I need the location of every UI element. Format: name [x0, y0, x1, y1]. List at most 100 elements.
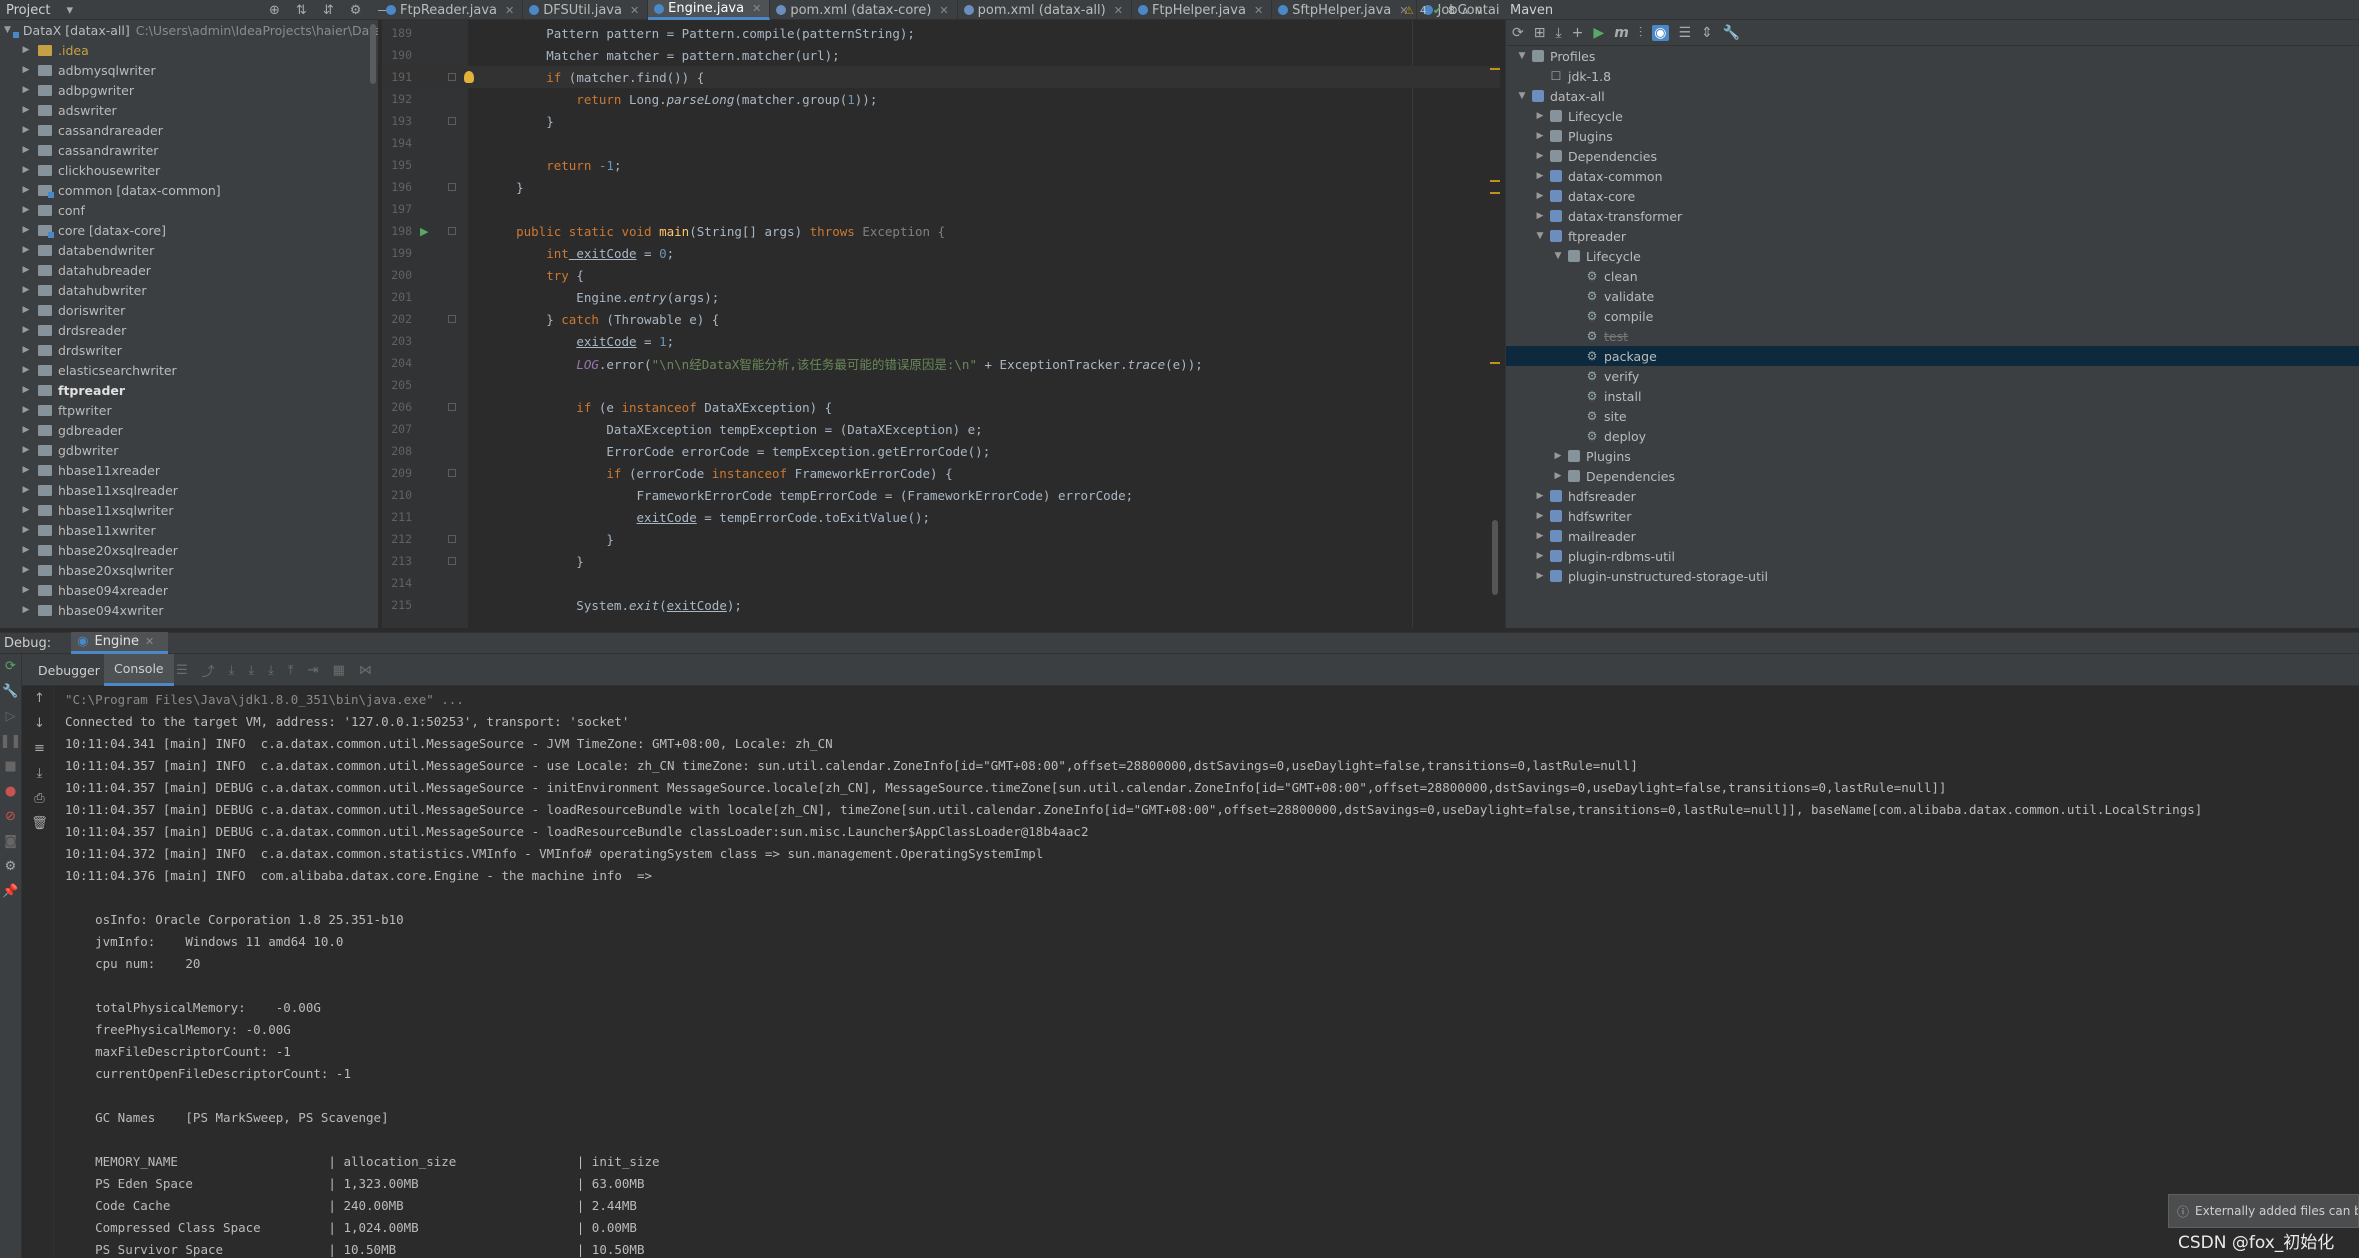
- chevron-right-icon[interactable]: ▶: [20, 125, 32, 135]
- maven-tree-item[interactable]: ▶ mailreader: [1506, 526, 2359, 546]
- run-to-cursor-icon[interactable]: ⇥: [308, 663, 319, 678]
- fold-icon[interactable]: [448, 315, 456, 323]
- maven-tree-item[interactable]: ▶ Dependencies: [1506, 466, 2359, 486]
- tree-item[interactable]: ▶ datahubreader: [0, 260, 378, 280]
- project-dropdown[interactable]: Project: [6, 3, 50, 18]
- run-gutter-icon[interactable]: ▶: [420, 225, 428, 238]
- chevron-right-icon[interactable]: ▶: [20, 465, 32, 475]
- code-line[interactable]: 206 if (e instanceof DataXException) {: [382, 396, 1500, 418]
- step-out-icon[interactable]: ⤒: [288, 663, 294, 678]
- scrollbar[interactable]: [370, 24, 376, 84]
- tree-item[interactable]: ▶ hbase11xwriter: [0, 520, 378, 540]
- expand-all-icon[interactable]: ⇅: [296, 3, 307, 18]
- fold-icon[interactable]: [448, 117, 456, 125]
- chevron-right-icon[interactable]: ▶: [20, 425, 32, 435]
- chevron-down-icon[interactable]: ▼: [1516, 91, 1528, 101]
- maven-tree-item[interactable]: ▼ ftpreader: [1506, 226, 2359, 246]
- tree-item[interactable]: ▶ datahubwriter: [0, 280, 378, 300]
- tree-item[interactable]: ▶ adbmysqlwriter: [0, 60, 378, 80]
- chevron-right-icon[interactable]: ▶: [1534, 151, 1546, 161]
- fold-icon[interactable]: [448, 557, 456, 565]
- code-line[interactable]: 211 exitCode = tempErrorCode.toExitValue…: [382, 506, 1500, 528]
- close-icon[interactable]: ✕: [752, 2, 761, 15]
- mute-breakpoints-icon[interactable]: ⊘: [0, 804, 21, 829]
- code-line[interactable]: 205: [382, 374, 1500, 396]
- warning-marker[interactable]: [1490, 362, 1500, 364]
- code-line[interactable]: 197: [382, 198, 1500, 220]
- run-config-tab[interactable]: ◉ Engine ✕: [71, 632, 169, 654]
- maven-tree-item[interactable]: ▶ Plugins: [1506, 446, 2359, 466]
- chevron-right-icon[interactable]: ▶: [20, 345, 32, 355]
- force-step-into-icon[interactable]: ⤓: [268, 663, 274, 678]
- code-line[interactable]: 212 }: [382, 528, 1500, 550]
- tab-ftpreader-java[interactable]: FtpReader.java ✕: [380, 0, 524, 20]
- maven-tree-item[interactable]: ⚙ deploy: [1506, 426, 2359, 446]
- tab-console[interactable]: Console: [104, 654, 174, 686]
- chevron-right-icon[interactable]: ▶: [20, 405, 32, 415]
- maven-tree-item[interactable]: ⚙ verify: [1506, 366, 2359, 386]
- code-line[interactable]: 198 public static void main(String[] arg…: [382, 220, 1500, 242]
- chevron-right-icon[interactable]: ▶: [20, 185, 32, 195]
- maven-tree-item[interactable]: ⚙ install: [1506, 386, 2359, 406]
- code-line[interactable]: 213 }: [382, 550, 1500, 572]
- tree-item[interactable]: ▶ gdbreader: [0, 420, 378, 440]
- maven-tree-item[interactable]: ▼ datax-all: [1506, 86, 2359, 106]
- code-line[interactable]: 214: [382, 572, 1500, 594]
- maven-tree-item[interactable]: ▶ plugin-rdbms-util: [1506, 546, 2359, 566]
- fold-icon[interactable]: [448, 73, 456, 81]
- code-line[interactable]: 200 try {: [382, 264, 1500, 286]
- code-line[interactable]: 193 }: [382, 110, 1500, 132]
- maven-tree-item[interactable]: ▶ Dependencies: [1506, 146, 2359, 166]
- run-icon[interactable]: ▶: [1593, 25, 1604, 41]
- code-line[interactable]: 194: [382, 132, 1500, 154]
- tab-pom-xml-datax-core[interactable]: pom.xml (datax-core) ✕: [770, 0, 958, 20]
- tab-sftphelper-java[interactable]: SftpHelper.java ✕: [1272, 0, 1418, 20]
- code-editor[interactable]: 189 Pattern pattern = Pattern.compile(pa…: [382, 20, 1500, 628]
- code-line[interactable]: 204 LOG.error("\n\n经DataX智能分析,该任务最可能的错误原…: [382, 352, 1500, 374]
- tree-item[interactable]: ▶ clickhousewriter: [0, 160, 378, 180]
- tree-item[interactable]: ▶ hbase094xwriter: [0, 600, 378, 620]
- chevron-down-icon[interactable]: ∨: [1475, 4, 1483, 17]
- chevron-right-icon[interactable]: ▶: [20, 325, 32, 335]
- fold-icon[interactable]: [448, 183, 456, 191]
- maven-tree-item[interactable]: ▶ plugin-unstructured-storage-util: [1506, 566, 2359, 586]
- tree-item[interactable]: ▶ doriswriter: [0, 300, 378, 320]
- tab-pom-xml-datax-all[interactable]: pom.xml (datax-all) ✕: [958, 0, 1132, 20]
- wrench-icon[interactable]: 🔧: [1723, 25, 1740, 41]
- chevron-right-icon[interactable]: ▶: [1552, 451, 1564, 461]
- pause-icon[interactable]: ❚❚: [0, 729, 21, 754]
- tree-item[interactable]: ▶ hbase094xreader: [0, 580, 378, 600]
- maven-tree-item[interactable]: ▶ hdfswriter: [1506, 506, 2359, 526]
- project-tree[interactable]: ▼ DataX [datax-all] C:\Users\admin\IdeaP…: [0, 20, 378, 628]
- tab-debugger[interactable]: Debugger: [28, 654, 110, 686]
- tree-item[interactable]: ▶ gdbwriter: [0, 440, 378, 460]
- fold-icon[interactable]: [448, 469, 456, 477]
- tree-item[interactable]: ▶ adbpgwriter: [0, 80, 378, 100]
- close-icon[interactable]: ✕: [145, 635, 154, 648]
- skip-tests-icon[interactable]: ◉: [1652, 24, 1669, 41]
- chevron-right-icon[interactable]: ▶: [1534, 511, 1546, 521]
- maven-tree-item[interactable]: ☐ jdk-1.8: [1506, 66, 2359, 86]
- maven-tree-item[interactable]: ⚙ package: [1506, 346, 2359, 366]
- step-into-icon[interactable]: ⤓: [248, 663, 254, 678]
- code-line[interactable]: 215 System.exit(exitCode);: [382, 594, 1500, 616]
- maven-tree-item[interactable]: ⚙ clean: [1506, 266, 2359, 286]
- chevron-right-icon[interactable]: ▶: [1534, 111, 1546, 121]
- tree-item[interactable]: ▶ adswriter: [0, 100, 378, 120]
- evaluate-icon[interactable]: ▦: [333, 663, 345, 678]
- up-icon[interactable]: ↑: [26, 686, 53, 711]
- maven-tree-item[interactable]: ▼ Lifecycle: [1506, 246, 2359, 266]
- tree-item[interactable]: ▶ .idea: [0, 40, 378, 60]
- chevron-right-icon[interactable]: ▶: [1534, 191, 1546, 201]
- reload-icon[interactable]: ⟳: [1512, 25, 1524, 41]
- trace-icon[interactable]: ⋈: [359, 663, 372, 678]
- chevron-right-icon[interactable]: ▶: [20, 565, 32, 575]
- show-dependencies-icon[interactable]: ☰: [1679, 25, 1692, 41]
- chevron-right-icon[interactable]: ▶: [20, 205, 32, 215]
- maven-tree-item[interactable]: ▶ Plugins: [1506, 126, 2359, 146]
- chevron-right-icon[interactable]: ▶: [1534, 551, 1546, 561]
- code-line[interactable]: 195 return -1;: [382, 154, 1500, 176]
- code-line[interactable]: 199 int exitCode = 0;: [382, 242, 1500, 264]
- maven-tree-item[interactable]: ▶ datax-transformer: [1506, 206, 2359, 226]
- chevron-down-icon[interactable]: ▼: [4, 25, 11, 35]
